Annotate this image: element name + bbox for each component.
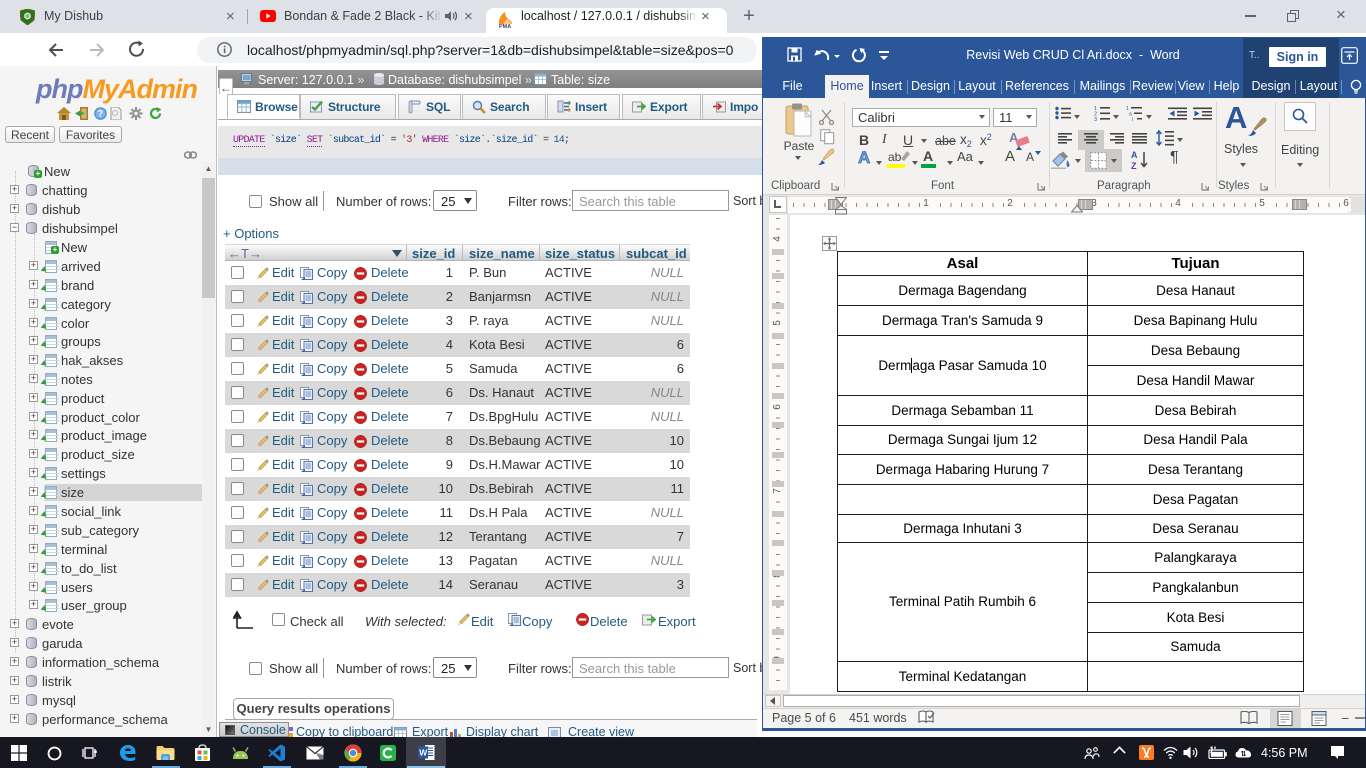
- svg-text:A: A: [1131, 150, 1138, 160]
- svg-text:Z: Z: [1131, 161, 1137, 170]
- svg-text:3: 3: [1094, 117, 1097, 121]
- svg-text:W: W: [419, 748, 428, 758]
- svg-text:⇅: ⇅: [1241, 750, 1247, 758]
- svg-text:?: ?: [98, 109, 104, 119]
- svg-text:PMA: PMA: [499, 24, 511, 28]
- svg-text:i: i: [1132, 117, 1133, 121]
